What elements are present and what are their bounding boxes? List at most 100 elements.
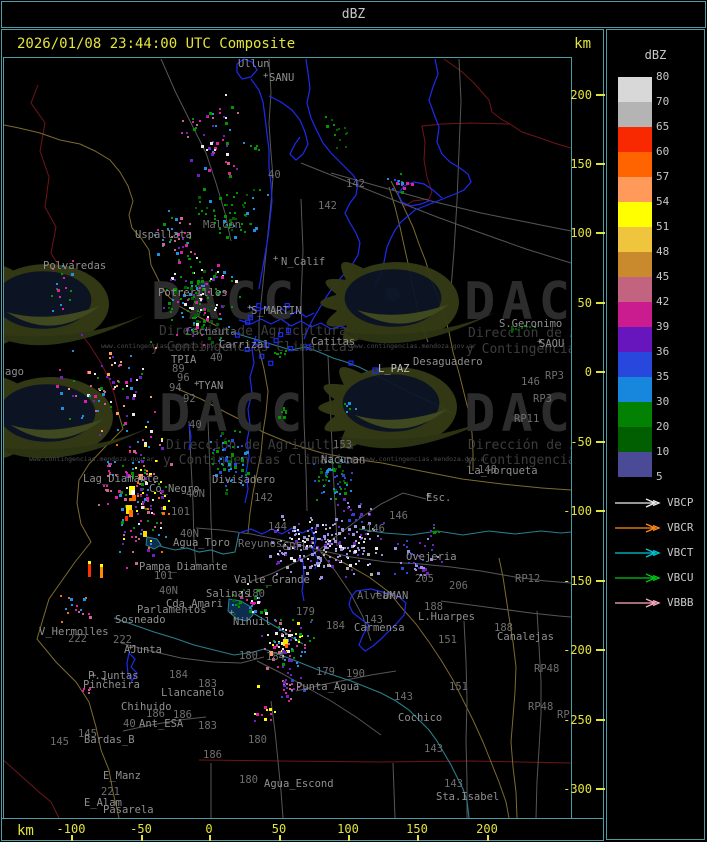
place-label: 151 bbox=[449, 681, 468, 693]
place-label: 222 bbox=[68, 633, 87, 645]
dbz-scale-label: 20 bbox=[656, 420, 670, 433]
strong-echo-cell bbox=[100, 564, 103, 567]
x-axis: km -100 -50 0 50 100 150 200 bbox=[2, 818, 603, 841]
y-axis-tick-label: -250 bbox=[563, 713, 592, 727]
maroon-line bbox=[402, 122, 511, 208]
radar-app-window: { "window": { "title": "dBZ", "timestamp… bbox=[0, 0, 707, 842]
place-label: Bardas_B bbox=[84, 734, 135, 746]
dbz-scale-block bbox=[618, 252, 652, 277]
x-axis-tick-label: -100 bbox=[56, 822, 86, 836]
y-axis-tick bbox=[596, 510, 605, 512]
tan-line bbox=[498, 557, 518, 818]
dbz-scale-label: 70 bbox=[656, 95, 670, 108]
place-label: Reyunos bbox=[238, 538, 282, 550]
place-label: Uspallata bbox=[135, 229, 192, 241]
dbz-scale-label: 80 bbox=[656, 70, 670, 83]
y-axis-tick-label: -50 bbox=[570, 435, 592, 449]
dbz-scale-block bbox=[618, 102, 652, 127]
place-label: 148 bbox=[478, 464, 497, 476]
vector-label: VBCR bbox=[667, 521, 694, 534]
place-label: RP48 bbox=[534, 663, 559, 675]
y-axis-tick bbox=[596, 788, 605, 790]
place-label: 184 bbox=[326, 620, 345, 632]
place-label: 101 bbox=[171, 506, 190, 518]
legend-title: dBZ bbox=[644, 48, 667, 62]
place-label: 143 bbox=[394, 691, 413, 703]
x-axis-tick-label: 100 bbox=[337, 822, 359, 836]
map-frame: 2026/01/08 23:44:00 UTC Composite km DAC… bbox=[1, 29, 605, 841]
dacc-logo-eye-icon bbox=[4, 377, 151, 459]
station-plus-marker: + bbox=[273, 254, 279, 264]
station-plus-marker: + bbox=[247, 303, 253, 313]
dbz-scale-label: 35 bbox=[656, 370, 670, 383]
place-label: Sosneado bbox=[115, 614, 166, 626]
y-axis-tick-label: 0 bbox=[584, 365, 592, 379]
place-label: Nacunan bbox=[321, 454, 365, 466]
dbz-scale-block bbox=[618, 127, 652, 152]
place-label: Agua_Toro bbox=[173, 537, 230, 549]
place-label: 190 bbox=[346, 668, 365, 680]
dbz-scale-label: 30 bbox=[656, 395, 670, 408]
place-label: S_MARTIN bbox=[251, 305, 302, 317]
vector-label: VBBB bbox=[667, 596, 694, 609]
strong-echo-cell bbox=[129, 510, 133, 517]
place-label: E_Manz bbox=[103, 770, 141, 782]
place-label: 183 bbox=[198, 720, 217, 732]
place-label: 94 bbox=[169, 382, 182, 394]
dbz-scale-block bbox=[618, 152, 652, 177]
y-axis-tick bbox=[596, 163, 605, 165]
place-label: Carrizal bbox=[219, 339, 270, 351]
strong-echo-cell bbox=[88, 561, 91, 564]
place-label: Pampa_Diamante bbox=[139, 561, 228, 573]
maroon-line bbox=[443, 58, 571, 149]
x-axis-unit: km bbox=[17, 823, 34, 839]
place-label: 142 bbox=[254, 492, 273, 504]
vector-legend-row: VBCU bbox=[607, 571, 704, 585]
gray-line bbox=[463, 620, 468, 818]
place-label: 184 bbox=[169, 669, 188, 681]
place-label: TYAN bbox=[198, 380, 223, 392]
place-label: 146 bbox=[366, 523, 385, 535]
place-label: S.Geronimo bbox=[499, 318, 562, 330]
place-label: 144 bbox=[268, 521, 287, 533]
place-label: 40 bbox=[123, 718, 136, 730]
dbz-scale-block bbox=[618, 202, 652, 227]
dbz-scale-label: 48 bbox=[656, 245, 670, 258]
teal-line bbox=[358, 528, 571, 536]
y-axis-tick bbox=[596, 302, 605, 304]
watermark-url: www.contingencias.mendoza.gov.ar bbox=[351, 342, 476, 350]
place-label: SANU bbox=[269, 72, 294, 84]
vector-arrow-icon bbox=[615, 523, 661, 533]
x-axis-tick bbox=[487, 835, 489, 841]
legend-panel: dBZ 80 70 65 60 57 54 51 48 45 42 39 36 35 30 20 10 5 VB… bbox=[606, 29, 705, 840]
radar-map: DACC Dirección de Agricultura y Contingenc… bbox=[3, 57, 572, 819]
dacc-logo-eye-icon bbox=[4, 264, 147, 346]
y-axis-tick-label: -150 bbox=[563, 574, 592, 588]
watermark-url: www.contingencias.mendoza.gov.ar bbox=[363, 455, 488, 463]
x-axis-tick-label: 150 bbox=[406, 822, 428, 836]
place-label: 186 bbox=[203, 749, 222, 761]
place-label: SRFL bbox=[283, 541, 308, 553]
timestamp-text: 2026/01/08 23:44:00 UTC Composite bbox=[17, 36, 296, 52]
place-label: 40N bbox=[186, 488, 205, 500]
y-axis-tick-label: 150 bbox=[570, 157, 592, 171]
station-plus-marker: + bbox=[537, 337, 543, 347]
place-label: 146 bbox=[389, 510, 408, 522]
y-axis-tick bbox=[596, 371, 605, 373]
gray-line bbox=[392, 762, 396, 818]
place-label: 180 bbox=[248, 734, 267, 746]
station-plus-marker: + bbox=[128, 643, 134, 653]
watermark-brand: DACC bbox=[151, 272, 300, 332]
dbz-scale-block bbox=[618, 402, 652, 427]
dbz-scale-block bbox=[618, 352, 652, 377]
place-label: 206 bbox=[449, 580, 468, 592]
place-label: 40N bbox=[159, 585, 178, 597]
dbz-scale-label: 39 bbox=[656, 320, 670, 333]
place-label: Cacheuta bbox=[186, 326, 237, 338]
y-axis-tick bbox=[596, 94, 605, 96]
place-label: RP48 bbox=[528, 701, 553, 713]
dbz-scale-label: 60 bbox=[656, 145, 670, 158]
dbz-scale-block bbox=[618, 452, 652, 477]
dbz-scale-block bbox=[618, 327, 652, 352]
y-axis-unit: km bbox=[574, 36, 591, 52]
